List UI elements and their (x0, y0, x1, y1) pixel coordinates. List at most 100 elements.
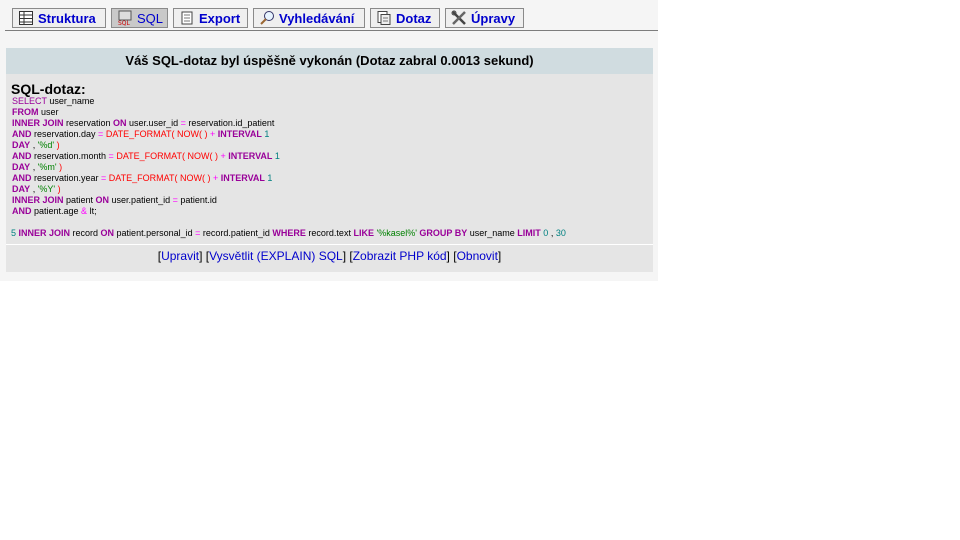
query-box: SQL-dotaz: SELECT user_name FROM user IN… (6, 75, 653, 243)
sql-token: AND (12, 129, 32, 139)
success-message: Váš SQL-dotaz byl úspěšně vykonán (Dotaz… (6, 48, 653, 74)
explain-link[interactable]: Vysvětlit (EXPLAIN) SQL (209, 249, 343, 263)
sql-token: 1 (264, 173, 273, 183)
tab-vyhledavani[interactable]: Vyhledávání (253, 8, 365, 28)
export-icon (179, 10, 195, 26)
sql-token: lt; (87, 206, 97, 216)
sql-token: reservation.year (31, 173, 102, 183)
tools-icon (451, 10, 467, 26)
sql-token: reservation (63, 118, 114, 128)
sql-token: ON (113, 118, 127, 128)
tab-struktura[interactable]: Struktura (12, 8, 106, 28)
sql-token: ) (204, 173, 213, 183)
sql-token: INNER JOIN (16, 228, 71, 238)
sql-token: patient (63, 195, 96, 205)
sql-token: , (30, 140, 38, 150)
sql-token: patient.id (177, 195, 217, 205)
sql-token: NOW( (184, 151, 213, 161)
sql-token: ON (100, 228, 115, 238)
tab-label: Úpravy (471, 10, 516, 26)
sql-token: FROM (12, 107, 39, 117)
sql-token: , (30, 162, 38, 172)
sql-token: user.user_id (126, 118, 181, 128)
sql-line: AND reservation.year = DATE_FORMAT( NOW(… (12, 173, 280, 184)
sql-token: 1 (261, 129, 270, 139)
sql-token: NOW( (177, 173, 205, 183)
sql-token: ) (55, 184, 61, 194)
sql-token: AND (12, 151, 32, 161)
sql-token: AND (12, 173, 32, 183)
sql-token: reservation.month (31, 151, 109, 161)
sql-token: patient.personal_id (114, 228, 196, 238)
sql-token: LIMIT (517, 228, 541, 238)
query-actions: [Upravit] [Vysvětlit (EXPLAIN) SQL] [Zob… (6, 244, 653, 272)
sql-token: reservation.id_patient (185, 118, 275, 128)
sql-token: record.text (305, 228, 354, 238)
app-frame: Struktura SQL SQL Export Vyhledávání Dot… (0, 0, 658, 281)
sql-icon: SQL (117, 10, 133, 27)
php-code-link[interactable]: Zobrazit PHP kód (353, 249, 447, 263)
sql-token: 30 (555, 228, 566, 238)
tab-label: Struktura (38, 10, 96, 26)
refresh-link[interactable]: Obnovit (457, 249, 498, 263)
sql-line: 5 INNER JOIN record ON patient.personal_… (11, 228, 566, 239)
sql-token: user_name (46, 96, 95, 106)
sql-token: NOW( (174, 129, 202, 139)
sql-line: AND reservation.day = DATE_FORMAT( NOW( … (12, 129, 280, 140)
sql-token: ) (56, 162, 63, 172)
sql-token: INTERVAL (215, 129, 262, 139)
sql-token: LIKE (353, 228, 374, 238)
tab-upravy[interactable]: Úpravy (445, 8, 524, 28)
sql-token: record (70, 228, 101, 238)
sql-token: 1 (272, 151, 280, 161)
sql-token: record.patient_id (200, 228, 273, 238)
sql-token: ) (201, 129, 210, 139)
sql-token: user.patient_id (109, 195, 173, 205)
tab-label: Dotaz (396, 10, 432, 26)
sql-line: DAY , '%Y' ) (12, 184, 280, 195)
result-panel: Váš SQL-dotaz byl úspěšně vykonán (Dotaz… (6, 48, 653, 272)
sql-token: '%m' (37, 162, 57, 172)
sql-token: DATE_FORMAT( (106, 173, 178, 183)
sql-line: INNER JOIN patient ON user.patient_id = … (12, 195, 280, 206)
tab-label: SQL (137, 10, 164, 26)
sql-line: AND reservation.month = DATE_FORMAT( NOW… (12, 151, 280, 162)
sql-token: ) (54, 140, 60, 150)
sql-token: reservation.day (31, 129, 99, 139)
svg-text:SQL: SQL (118, 20, 131, 26)
sql-line: INNER JOIN reservation ON user.user_id =… (12, 118, 280, 129)
sql-token: INNER JOIN (12, 118, 64, 128)
sql-line: FROM user (12, 107, 280, 118)
sql-token: , (30, 184, 38, 194)
sql-token: INTERVAL (225, 151, 273, 161)
search-icon (259, 10, 275, 26)
sql-line: DAY , '%m' ) (12, 162, 280, 173)
sql-line: SELECT user_name (12, 96, 280, 107)
query-icon (376, 10, 392, 26)
tab-export[interactable]: Export (173, 8, 248, 28)
sql-token: WHERE (272, 228, 306, 238)
sql-token: AND (12, 206, 32, 216)
sql-token: '%kasel%' (373, 228, 417, 238)
sql-line: DAY , '%d' ) (12, 140, 280, 151)
sql-token: '%Y' (37, 184, 56, 194)
sql-token: user_name (467, 228, 518, 238)
sql-token: INNER JOIN (12, 195, 64, 205)
sql-token: user (38, 107, 59, 117)
sql-token: DATE_FORMAT( (113, 151, 185, 161)
edit-link[interactable]: Upravit (161, 249, 199, 263)
sql-line: AND patient.age & lt; (12, 206, 280, 217)
sql-token: , (548, 228, 556, 238)
sql-token: INTERVAL (218, 173, 265, 183)
structure-icon (18, 10, 34, 26)
tab-divider (5, 30, 658, 31)
sql-token: DAY (12, 184, 31, 194)
tab-sql[interactable]: SQL SQL (111, 8, 168, 28)
sql-token: GROUP BY (416, 228, 468, 238)
tab-label: Export (199, 10, 241, 26)
sql-code: SELECT user_name FROM user INNER JOIN re… (12, 96, 280, 217)
tab-dotaz[interactable]: Dotaz (370, 8, 440, 28)
sql-token: SELECT (12, 96, 47, 106)
sql-token: patient.age (31, 206, 82, 216)
sql-token: ON (95, 195, 110, 205)
